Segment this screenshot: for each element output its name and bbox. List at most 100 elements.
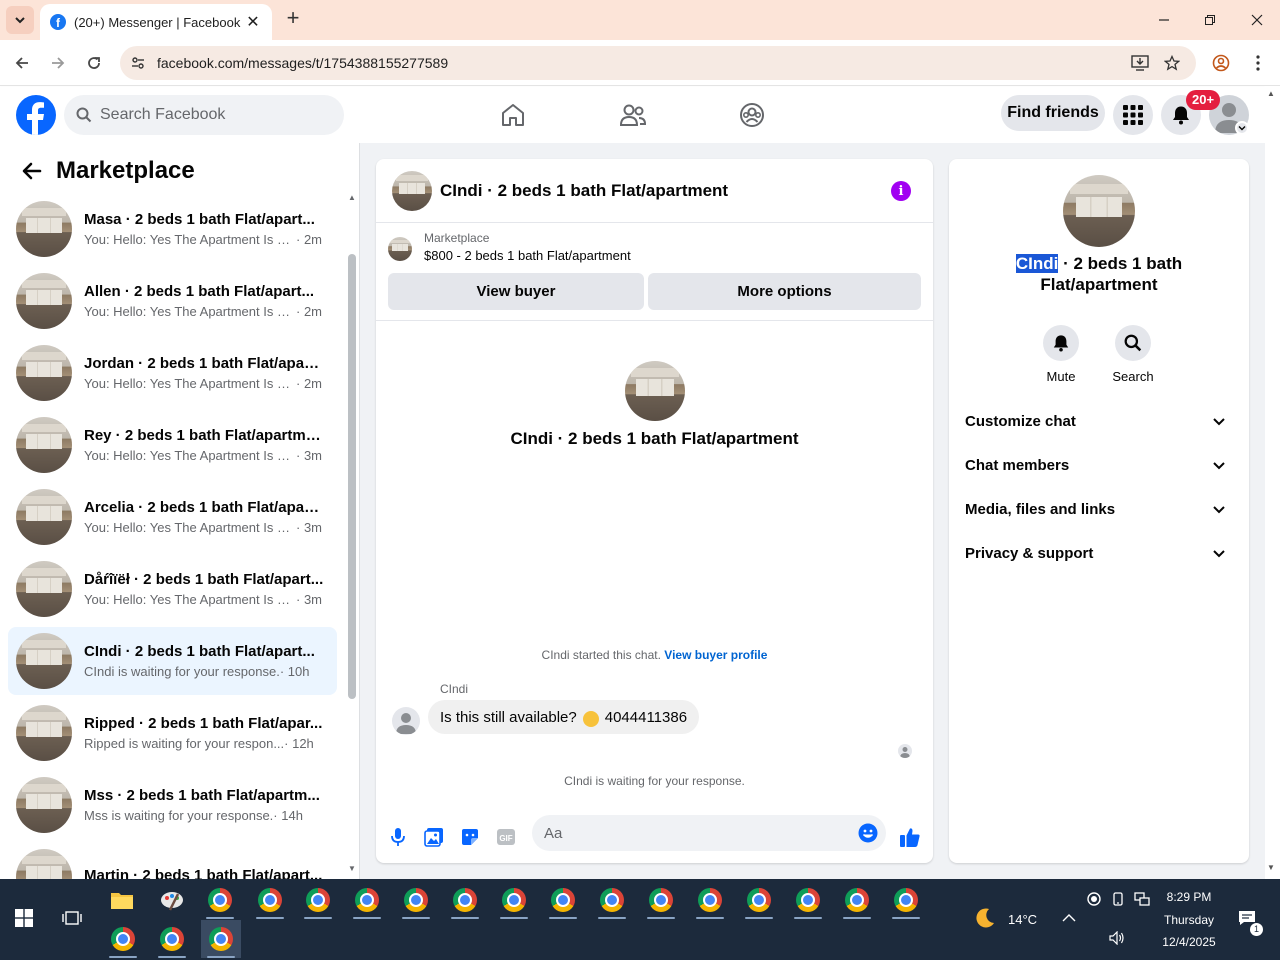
friends-nav-icon[interactable] bbox=[617, 99, 649, 131]
groups-nav-icon[interactable] bbox=[736, 99, 768, 131]
chrome-taskbar-icon[interactable] bbox=[298, 881, 338, 919]
chrome-taskbar-icon[interactable] bbox=[739, 881, 779, 919]
bookmark-star-icon[interactable] bbox=[1162, 53, 1182, 73]
task-view-icon[interactable] bbox=[52, 899, 92, 937]
conversation-item[interactable]: Mss · 2 beds 1 bath Flat/apartm... Mss is… bbox=[8, 771, 337, 839]
back-button[interactable] bbox=[8, 49, 36, 77]
restore-button[interactable] bbox=[1187, 0, 1233, 40]
sticker-icon[interactable] bbox=[456, 823, 484, 851]
customize-chat-section[interactable]: Customize chat bbox=[957, 399, 1241, 443]
site-settings-icon[interactable] bbox=[128, 53, 148, 73]
listing-small-thumbnail[interactable] bbox=[388, 237, 412, 261]
photo-icon[interactable] bbox=[420, 823, 448, 851]
minimize-button[interactable] bbox=[1141, 0, 1187, 40]
gif-icon[interactable]: GIF bbox=[492, 823, 520, 851]
forward-button[interactable] bbox=[44, 49, 72, 77]
conversation-item[interactable]: Ripped · 2 beds 1 bath Flat/apar... Rippe… bbox=[8, 699, 337, 767]
conversation-item[interactable]: Jordan · 2 beds 1 bath Flat/apart... You:… bbox=[8, 339, 337, 407]
conversation-item[interactable]: Masa · 2 beds 1 bath Flat/apart... You: H… bbox=[8, 195, 337, 263]
chat-members-section[interactable]: Chat members bbox=[957, 443, 1241, 487]
chrome-taskbar-icon[interactable] bbox=[347, 881, 387, 919]
install-app-icon[interactable] bbox=[1130, 53, 1150, 73]
thumbs-up-icon[interactable] bbox=[896, 823, 924, 851]
clock-time[interactable]: 8:29 PM bbox=[1160, 890, 1218, 904]
info-icon[interactable]: i bbox=[891, 181, 911, 201]
tab-close-icon[interactable]: ✕ bbox=[244, 13, 262, 31]
chrome-taskbar-icon[interactable] bbox=[837, 881, 877, 919]
conversation-item[interactable]: Rey · 2 beds 1 bath Flat/apartment You: H… bbox=[8, 411, 337, 479]
tab-search-button[interactable] bbox=[6, 6, 34, 34]
sender-avatar[interactable] bbox=[392, 707, 420, 735]
menu-button[interactable] bbox=[1113, 95, 1153, 135]
sidebar-scrollbar[interactable] bbox=[348, 254, 356, 699]
facebook-search-input[interactable]: Search Facebook bbox=[64, 95, 344, 135]
volume-icon[interactable] bbox=[1104, 919, 1130, 957]
scroll-down-arrow-icon[interactable]: ▼ bbox=[1267, 863, 1275, 872]
close-window-button[interactable] bbox=[1234, 0, 1280, 40]
chrome-taskbar-icon[interactable] bbox=[201, 920, 241, 958]
conversation-item[interactable]: Martin · 2 beds 1 bath Flat/apart... bbox=[8, 843, 337, 879]
facebook-logo-icon[interactable] bbox=[16, 95, 56, 135]
mute-button[interactable]: Mute bbox=[1031, 325, 1091, 384]
search-in-conversation-button[interactable]: Search bbox=[1103, 325, 1163, 384]
windows-start-icon[interactable] bbox=[4, 899, 44, 937]
phone-link-icon[interactable] bbox=[1106, 880, 1130, 918]
listing-price-title[interactable]: $800 - 2 beds 1 bath Flat/apartment bbox=[424, 248, 631, 263]
scroll-up-arrow-icon[interactable]: ▲ bbox=[1267, 89, 1275, 98]
scroll-down-arrow-icon[interactable]: ▼ bbox=[347, 864, 357, 874]
browser-tab[interactable]: f (20+) Messenger | Facebook ✕ bbox=[40, 4, 272, 40]
chat-title[interactable]: CIndi · 2 beds 1 bath Flat/apartment bbox=[440, 181, 728, 201]
minimize-icon bbox=[1159, 19, 1169, 21]
notification-center-icon[interactable]: 1 bbox=[1230, 899, 1264, 937]
chrome-taskbar-icon[interactable] bbox=[200, 881, 240, 919]
back-arrow-button[interactable] bbox=[16, 155, 48, 187]
microphone-icon[interactable] bbox=[384, 823, 412, 851]
chrome-taskbar-icon[interactable] bbox=[494, 881, 534, 919]
chrome-taskbar-icon[interactable] bbox=[886, 881, 926, 919]
chrome-taskbar-icon[interactable] bbox=[641, 881, 681, 919]
chrome-taskbar-icon[interactable] bbox=[396, 881, 436, 919]
show-hidden-icons-chevron-up-icon[interactable] bbox=[1052, 899, 1086, 937]
weather-temperature[interactable]: 14°C bbox=[1008, 912, 1037, 927]
record-icon[interactable] bbox=[1082, 880, 1106, 918]
page-scrollbar[interactable]: ▲ ▼ bbox=[1265, 87, 1280, 879]
chrome-icon bbox=[209, 927, 233, 951]
conversation-item[interactable]: Arcelia · 2 beds 1 bath Flat/apart... You… bbox=[8, 483, 337, 551]
emoji-icon[interactable] bbox=[858, 823, 878, 843]
file-explorer-icon[interactable] bbox=[102, 881, 142, 919]
conversation-item[interactable]: CIndi · 2 beds 1 bath Flat/apart... CIndi… bbox=[8, 627, 337, 695]
home-nav-icon[interactable] bbox=[497, 99, 529, 131]
profile-icon[interactable] bbox=[1207, 49, 1235, 77]
message-bubble[interactable]: Is this still available? 4044411386 bbox=[428, 700, 700, 734]
clock-day[interactable]: Thursday bbox=[1160, 913, 1218, 927]
chrome-taskbar-icon[interactable] bbox=[103, 920, 143, 958]
paint-app-icon[interactable] bbox=[152, 881, 192, 919]
reload-button[interactable] bbox=[80, 49, 108, 77]
find-friends-button[interactable]: Find friends bbox=[1001, 95, 1105, 131]
chrome-taskbar-icon[interactable] bbox=[445, 881, 485, 919]
chrome-taskbar-icon[interactable] bbox=[250, 881, 290, 919]
media-files-links-section[interactable]: Media, files and links bbox=[957, 487, 1241, 531]
info-avatar[interactable] bbox=[1063, 175, 1135, 247]
chrome-taskbar-icon[interactable] bbox=[690, 881, 730, 919]
chrome-taskbar-icon[interactable] bbox=[592, 881, 632, 919]
view-buyer-button[interactable]: View buyer bbox=[388, 273, 644, 310]
clock-date[interactable]: 12/4/2025 bbox=[1160, 935, 1218, 949]
chrome-taskbar-icon[interactable] bbox=[788, 881, 828, 919]
chrome-taskbar-icon[interactable] bbox=[543, 881, 583, 919]
more-options-button[interactable]: More options bbox=[648, 273, 921, 310]
scroll-up-arrow-icon[interactable]: ▲ bbox=[347, 193, 357, 203]
new-tab-button[interactable]: + bbox=[282, 7, 304, 30]
account-chevron-icon[interactable] bbox=[1235, 121, 1249, 135]
conversation-item[interactable]: Allen · 2 beds 1 bath Flat/apart... You: … bbox=[8, 267, 337, 335]
browser-menu-icon[interactable] bbox=[1244, 49, 1272, 77]
listing-thumbnail[interactable] bbox=[392, 170, 432, 211]
conversation-item[interactable]: Dåŕîïëł · 2 beds 1 bath Flat/apart... You… bbox=[8, 555, 337, 623]
view-buyer-profile-link[interactable]: View buyer profile bbox=[664, 648, 767, 662]
address-bar[interactable]: facebook.com/messages/t/1754388155277589 bbox=[120, 46, 1196, 80]
privacy-support-section[interactable]: Privacy & support bbox=[957, 531, 1241, 575]
network-icon[interactable] bbox=[1130, 880, 1154, 918]
weather-moon-icon[interactable] bbox=[970, 899, 1000, 937]
message-input[interactable]: Aa bbox=[532, 815, 886, 851]
chrome-taskbar-icon[interactable] bbox=[152, 920, 192, 958]
